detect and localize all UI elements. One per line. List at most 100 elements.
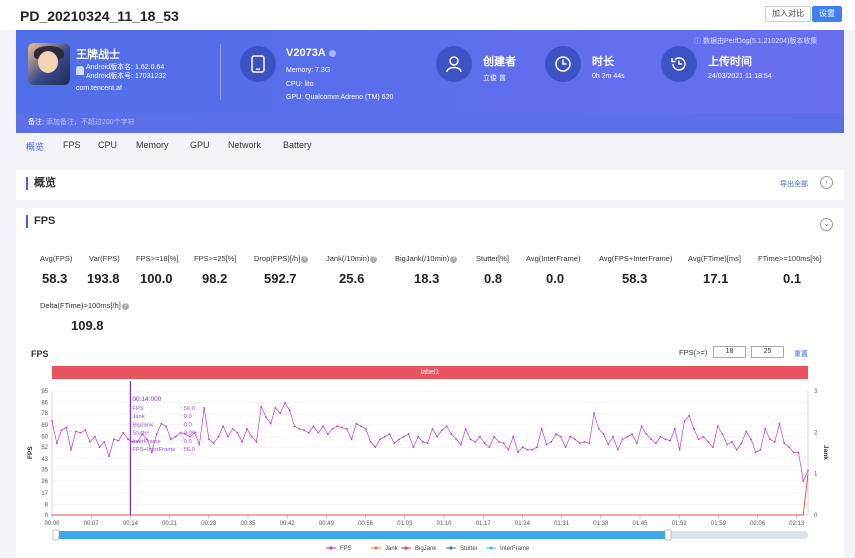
- fps-point: [298, 427, 301, 430]
- tab-overview[interactable]: 概览: [26, 140, 44, 153]
- cursor-row-value: : 0.0: [180, 422, 191, 428]
- tab-memory[interactable]: Memory: [136, 140, 169, 150]
- fps-point: [635, 442, 638, 445]
- cursor-row-value: : 0.0: [180, 439, 191, 445]
- fps-point: [797, 451, 800, 454]
- fps-point: [165, 425, 168, 428]
- cursor-row-value: : 0.0: [180, 414, 191, 420]
- y-tick-label: 78: [41, 411, 48, 417]
- x-tick-label: 02:13: [789, 521, 805, 527]
- fps-point: [688, 414, 691, 417]
- x-tick-label: 01:03: [397, 521, 413, 527]
- x-tick-label: 00:07: [84, 521, 100, 527]
- export-all-button[interactable]: 导出全部: [780, 179, 808, 189]
- fps-point: [740, 442, 743, 445]
- fps-point: [502, 442, 505, 445]
- fps-point: [707, 441, 710, 443]
- fps-point: [464, 427, 467, 430]
- fps-point: [402, 435, 405, 438]
- x-tick-label: 00:35: [240, 521, 256, 527]
- app-icon: [28, 43, 70, 85]
- fps-point: [483, 442, 486, 445]
- fps-point: [65, 426, 68, 429]
- fps-point: [208, 438, 210, 441]
- legend-label: FPS: [340, 546, 352, 552]
- cursor-row-value: : 56.0: [180, 447, 195, 453]
- fps-point: [673, 427, 676, 430]
- fps-point: [398, 438, 400, 441]
- tab-gpu[interactable]: GPU: [190, 140, 210, 150]
- note-input[interactable]: 添加备注，不超过200个字符: [46, 119, 135, 126]
- tab-network[interactable]: Network: [228, 140, 261, 150]
- tab-battery[interactable]: Battery: [283, 140, 312, 150]
- legend-label: BigJank: [415, 546, 437, 552]
- data-source-note: ⓘ 数据由PerfDog(5.1.210204)版本收集: [694, 38, 818, 45]
- legend-label: InterFrame: [500, 546, 530, 552]
- chevron-left-icon[interactable]: ‹: [820, 176, 833, 189]
- x-tick-label: 02:06: [750, 521, 766, 527]
- fps-point: [174, 435, 177, 438]
- duration-value: 0h 2m 44s: [592, 73, 625, 80]
- fps-point: [307, 431, 310, 434]
- y-tick-label: 60: [41, 435, 48, 441]
- fps-point: [388, 433, 391, 435]
- fps-point: [583, 441, 586, 443]
- tab-fps[interactable]: FPS: [63, 140, 81, 150]
- fps-point: [108, 455, 110, 458]
- cursor-row-label: FPS+InterFrame: [132, 447, 175, 453]
- fps-point: [265, 416, 267, 419]
- settings-button[interactable]: 设置: [812, 6, 842, 22]
- fps-point: [364, 427, 367, 430]
- fps-point: [531, 448, 534, 451]
- fps-point: [654, 442, 657, 445]
- y2-tick-label: 1: [814, 472, 818, 478]
- fps-point: [436, 435, 439, 438]
- x-tick-label: 01:10: [436, 521, 452, 527]
- fps-point: [312, 425, 315, 428]
- fps-point: [773, 441, 776, 443]
- fps-point: [712, 446, 714, 449]
- add-compare-button[interactable]: 加入对比: [765, 6, 811, 22]
- fps-point: [440, 429, 443, 432]
- fps-point: [455, 438, 458, 441]
- fps-point: [89, 441, 91, 443]
- fps-point: [769, 438, 771, 441]
- fps-point: [112, 438, 115, 441]
- note-bar: 备注: 添加备注，不超过200个字符: [16, 113, 844, 133]
- fps-point: [783, 442, 786, 445]
- cursor-row-label: InterFrame: [132, 439, 160, 445]
- fps-point: [70, 448, 72, 451]
- fps-point: [521, 446, 524, 449]
- fps-point: [597, 427, 600, 430]
- device-memory: Memory: 7.3G: [286, 67, 331, 74]
- range-handle-right[interactable]: [664, 529, 672, 541]
- fps-chart[interactable]: 0 8 17 26 35 43 52 60 69 78 86 95 0 1 2 3 00:00 00:07 00:1…: [16, 208, 844, 558]
- fps-point: [155, 433, 158, 435]
- y-tick-label: 43: [41, 457, 48, 463]
- fps-point: [626, 435, 629, 438]
- fps-point: [417, 435, 420, 438]
- x-tick-label: 01:52: [672, 521, 688, 527]
- y-tick-label: 86: [41, 401, 48, 407]
- legend-label: Jank: [385, 546, 399, 552]
- series-line-bigjank: [52, 473, 809, 516]
- fps-point: [117, 439, 120, 442]
- y2-tick-label: 2: [814, 430, 818, 436]
- fps-point: [98, 446, 101, 449]
- fps-point: [807, 469, 809, 472]
- fps-point: [517, 451, 519, 454]
- info-icon[interactable]: [328, 49, 336, 57]
- device-cpu: CPU: lito: [286, 81, 314, 88]
- range-handle-left[interactable]: [52, 529, 60, 541]
- x-tick-label: 00:14: [123, 521, 139, 527]
- fps-point: [569, 435, 572, 438]
- fps-point: [369, 441, 372, 443]
- fps-point: [284, 401, 286, 404]
- x-tick-label: 01:31: [554, 521, 570, 527]
- fps-point: [293, 425, 296, 428]
- fps-point: [488, 446, 491, 449]
- tab-cpu[interactable]: CPU: [98, 140, 117, 150]
- legend-marker: [404, 546, 408, 550]
- creator-label: 创建者: [483, 56, 516, 68]
- fps-point: [255, 441, 258, 443]
